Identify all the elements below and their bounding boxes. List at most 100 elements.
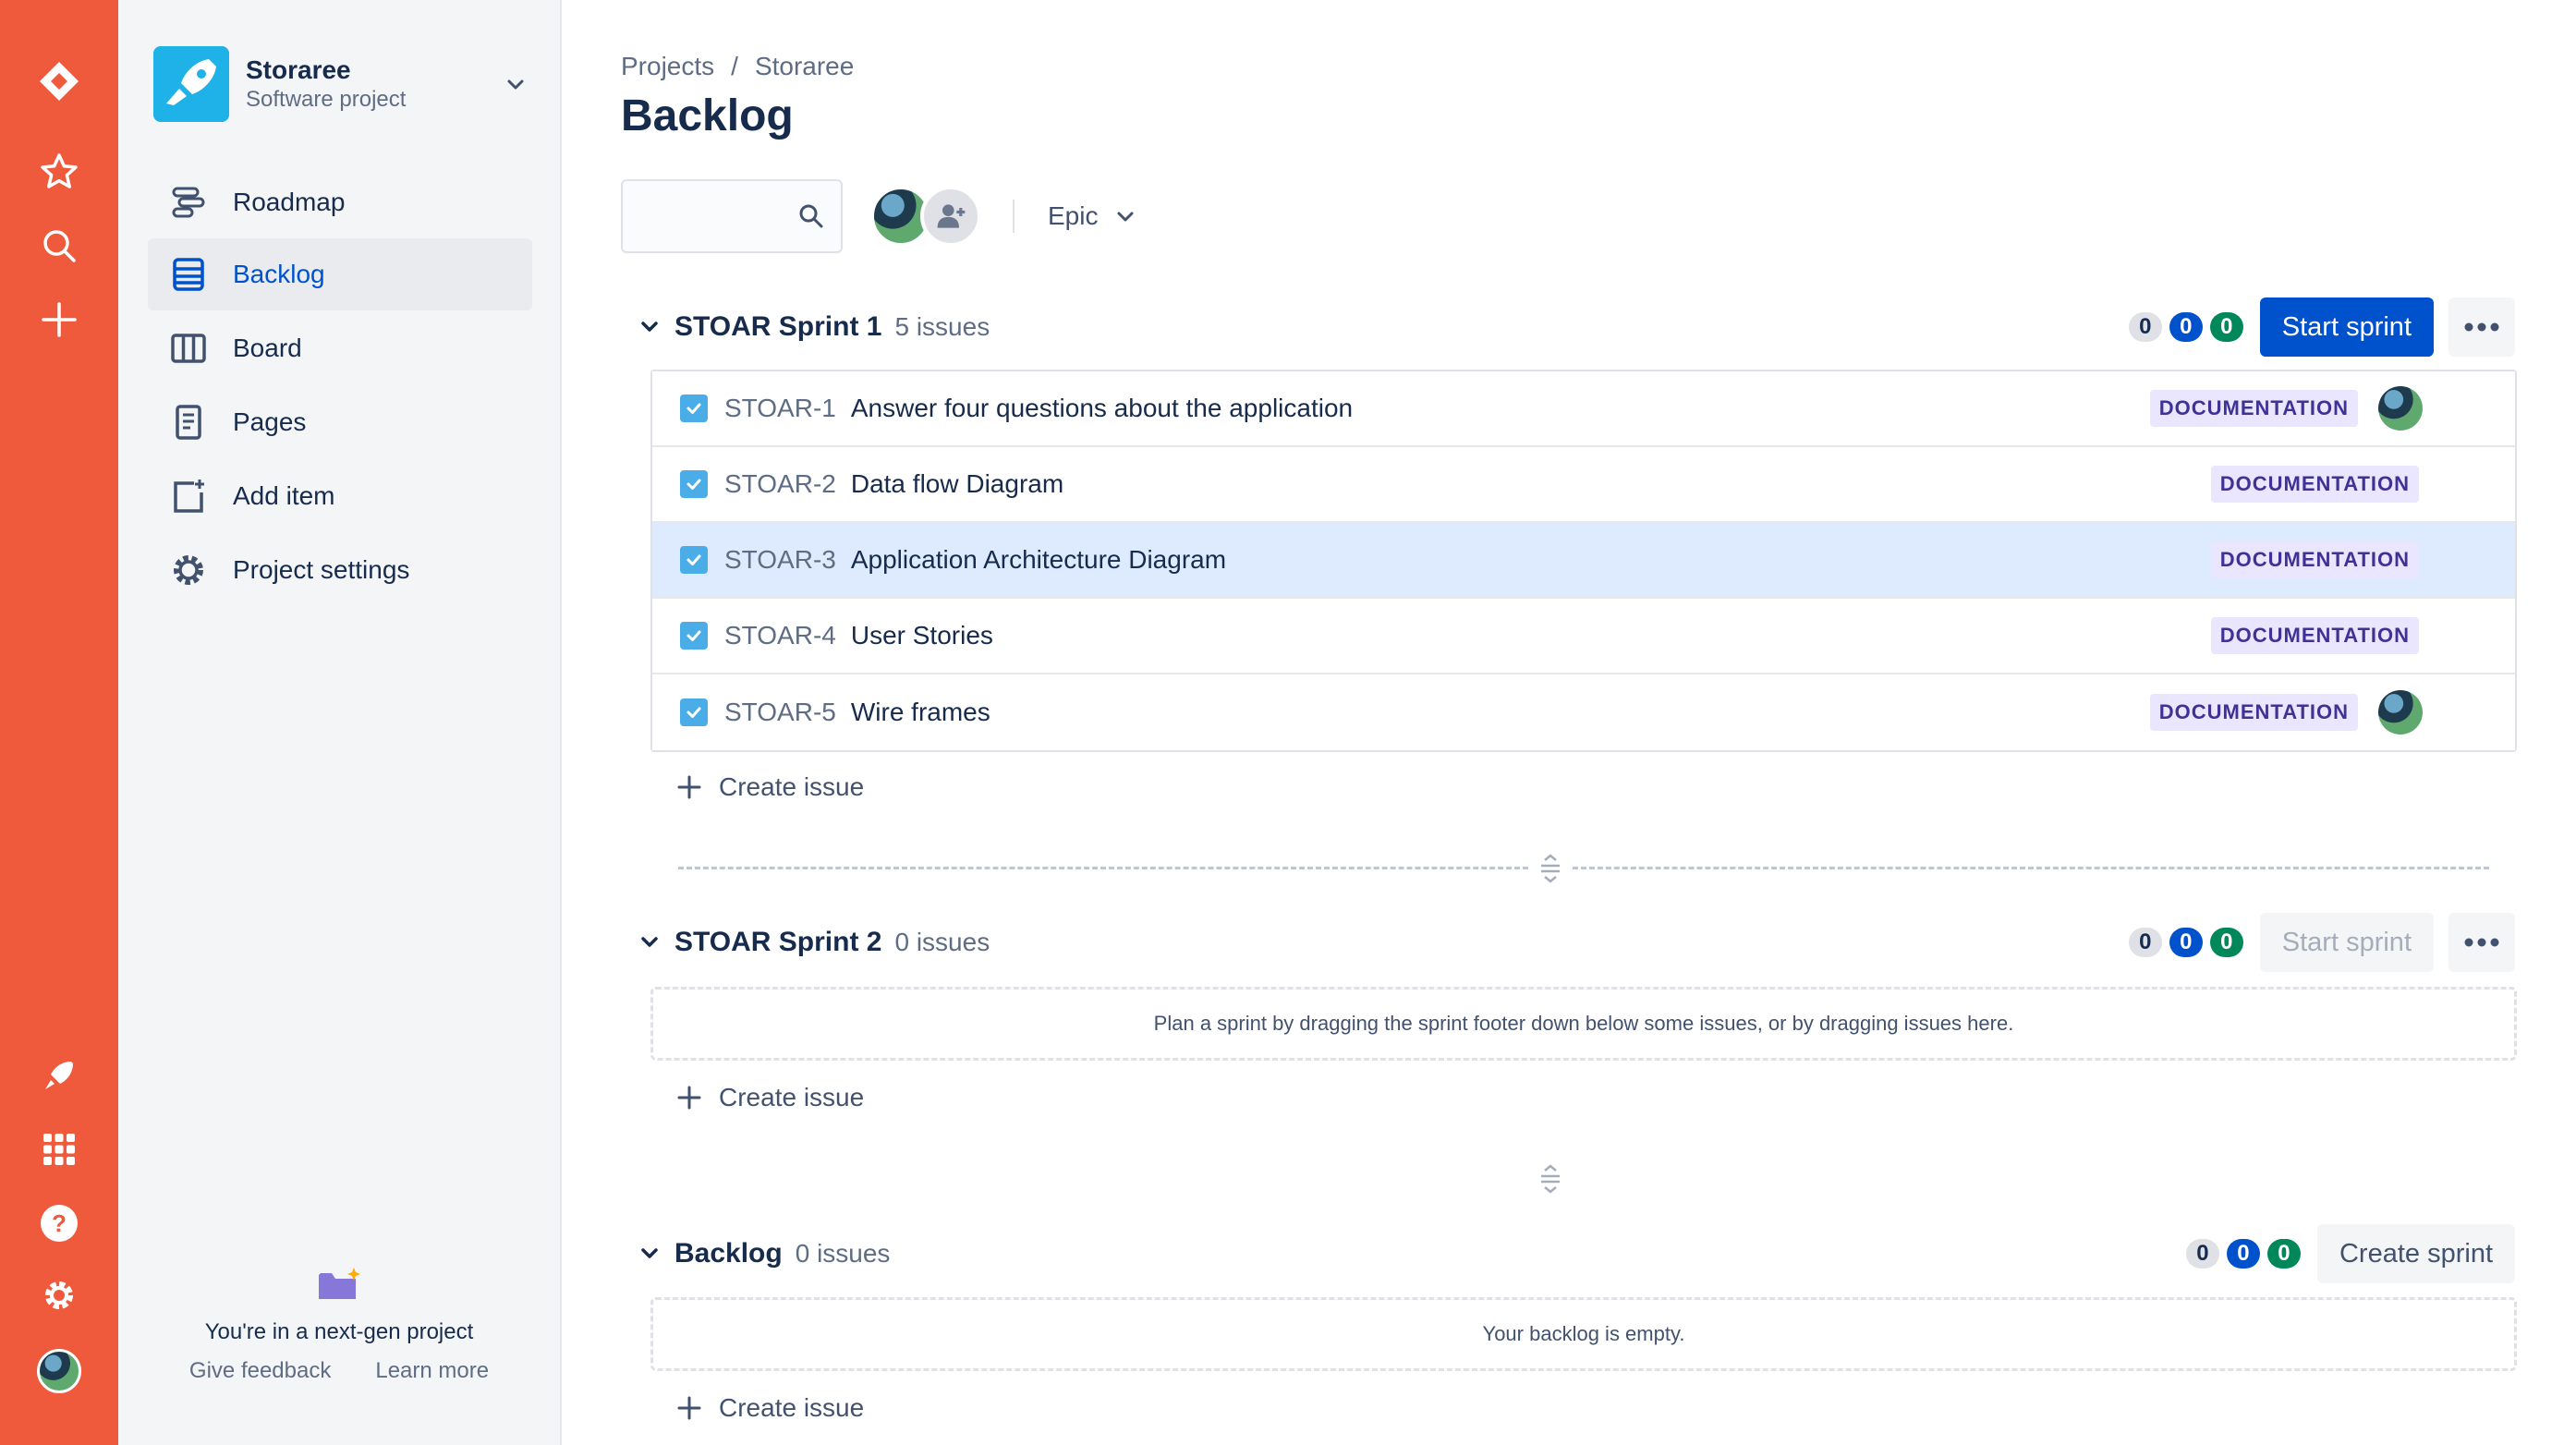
create-issue-label: Create issue	[719, 1393, 865, 1422]
breadcrumb-project[interactable]: Storaree	[755, 52, 854, 81]
issue-row[interactable]: STOAR-1 Answer four questions about the …	[652, 371, 2515, 447]
help-icon[interactable]: ?	[30, 1194, 89, 1253]
give-feedback-link[interactable]: Give feedback	[189, 1358, 331, 1384]
apps-grid-icon[interactable]	[30, 1120, 89, 1179]
search-icon[interactable]	[30, 216, 89, 275]
issue-key[interactable]: STOAR-5	[724, 698, 836, 727]
backlog-icon	[168, 254, 209, 295]
issue-summary[interactable]: User Stories	[851, 621, 993, 650]
sidebar-item-roadmap[interactable]: Roadmap	[148, 166, 532, 238]
status-count-in-progress: 0	[2169, 928, 2203, 957]
task-type-icon	[680, 470, 708, 498]
board-icon	[168, 328, 209, 369]
sprint-issue-count: 5 issues	[894, 312, 990, 341]
more-actions-button[interactable]	[2448, 913, 2515, 972]
settings-gear-icon[interactable]	[30, 1266, 89, 1325]
sidebar-item-pages[interactable]: Pages	[148, 386, 532, 458]
star-icon[interactable]	[30, 142, 89, 201]
sidebar-item-board[interactable]: Board	[148, 312, 532, 384]
sprint-1-header: STOAR Sprint 1 5 issues 0 0 0 Start spri…	[636, 298, 2515, 357]
assignee-avatar[interactable]	[2378, 386, 2423, 431]
start-sprint-button-disabled[interactable]: Start sprint	[2259, 913, 2434, 972]
issue-label-badge: DOCUMENTATION	[2149, 694, 2358, 731]
status-count-todo: 0	[2128, 928, 2162, 957]
plus-icon	[677, 1086, 701, 1110]
sprint-2-footer-divider[interactable]	[678, 1160, 2489, 1197]
learn-more-link[interactable]: Learn more	[375, 1358, 489, 1384]
more-actions-button[interactable]	[2448, 298, 2515, 357]
more-icon	[2464, 322, 2499, 332]
issue-summary[interactable]: Data flow Diagram	[851, 469, 1063, 499]
breadcrumb-separator: /	[731, 52, 738, 80]
start-sprint-button[interactable]: Start sprint	[2259, 298, 2434, 357]
user-avatar[interactable]	[30, 1342, 89, 1401]
backlog-header: Backlog 0 issues 0 0 0 Create sprint	[636, 1224, 2515, 1283]
issue-key[interactable]: STOAR-2	[724, 469, 836, 499]
issue-row-selected[interactable]: STOAR-3 Application Architecture Diagram…	[652, 523, 2515, 599]
status-count-done: 0	[2209, 312, 2243, 342]
issue-key[interactable]: STOAR-1	[724, 394, 836, 423]
issue-summary[interactable]: Answer four questions about the applicat…	[851, 394, 1353, 423]
sidebar-item-project-settings[interactable]: Project settings	[148, 534, 532, 606]
sidebar-item-label: Roadmap	[233, 188, 346, 216]
add-people-button[interactable]	[920, 186, 981, 247]
rocket-icon[interactable]	[30, 1046, 89, 1105]
drag-handle-icon[interactable]	[1536, 854, 1565, 883]
issue-label-badge: DOCUMENTATION	[2210, 466, 2419, 503]
sprint-footer-divider[interactable]	[678, 850, 2489, 887]
assignee-avatar[interactable]	[2378, 690, 2423, 735]
create-issue-label: Create issue	[719, 772, 865, 801]
issue-summary[interactable]: Wire frames	[851, 698, 990, 727]
backlog-empty-zone[interactable]: Your backlog is empty.	[650, 1297, 2517, 1371]
status-count-in-progress: 0	[2226, 1239, 2260, 1269]
sidebar-item-add-item[interactable]: Add item	[148, 460, 532, 532]
issue-row[interactable]: STOAR-5 Wire frames DOCUMENTATION	[652, 674, 2515, 750]
sprint-1-issue-list: STOAR-1 Answer four questions about the …	[650, 370, 2517, 752]
task-type-icon	[680, 395, 708, 422]
issue-row[interactable]: STOAR-2 Data flow Diagram DOCUMENTATION	[652, 447, 2515, 523]
create-issue-button[interactable]: Create issue	[676, 1382, 864, 1434]
search-input[interactable]	[623, 181, 789, 249]
search-field[interactable]	[621, 179, 843, 253]
gear-icon	[168, 550, 209, 590]
issue-key[interactable]: STOAR-4	[724, 621, 836, 650]
issue-row[interactable]: STOAR-4 User Stories DOCUMENTATION	[652, 599, 2515, 674]
status-count-done: 0	[2266, 1239, 2301, 1269]
sprint-2-drop-zone[interactable]: Plan a sprint by dragging the sprint foo…	[650, 987, 2517, 1061]
next-gen-footer: You're in a next-gen project Give feedba…	[118, 1266, 560, 1384]
epic-filter-dropdown[interactable]: Epic	[1048, 201, 1136, 231]
project-header[interactable]: Storaree Software project	[153, 44, 532, 124]
drag-handle-icon[interactable]	[1536, 1164, 1565, 1194]
issue-summary[interactable]: Application Architecture Diagram	[851, 545, 1226, 575]
task-type-icon	[680, 698, 708, 726]
create-icon[interactable]	[30, 290, 89, 349]
breadcrumb-projects[interactable]: Projects	[621, 52, 714, 81]
collapse-chevron-icon[interactable]	[636, 929, 663, 956]
create-sprint-button[interactable]: Create sprint	[2316, 1224, 2515, 1283]
sprint-2-header: STOAR Sprint 2 0 issues 0 0 0 Start spri…	[636, 913, 2515, 972]
main-content: Projects / Storaree Backlog Epic STOAR S…	[562, 0, 2576, 1445]
status-count-todo: 0	[2128, 312, 2162, 342]
task-type-icon	[680, 622, 708, 650]
toolbar-divider	[1013, 200, 1015, 233]
create-issue-label: Create issue	[719, 1083, 865, 1111]
more-icon	[2464, 938, 2499, 947]
sidebar-item-label: Add item	[233, 481, 335, 510]
pages-icon	[168, 402, 209, 443]
global-nav-rail: ?	[0, 0, 118, 1445]
sidebar-item-backlog[interactable]: Backlog	[148, 238, 532, 310]
collapse-chevron-icon[interactable]	[636, 1240, 663, 1268]
collapse-chevron-icon[interactable]	[636, 313, 663, 341]
backlog-name: Backlog	[674, 1238, 783, 1269]
create-issue-button[interactable]: Create issue	[676, 761, 864, 813]
project-name: Storaree	[246, 55, 351, 84]
plus-icon	[677, 775, 701, 799]
chevron-down-icon[interactable]	[499, 67, 532, 101]
sidebar-item-label: Project settings	[233, 555, 410, 584]
create-issue-button[interactable]: Create issue	[676, 1072, 864, 1123]
folder-sparkle-icon	[118, 1266, 560, 1303]
issue-label-badge: DOCUMENTATION	[2149, 390, 2358, 427]
epic-filter-label: Epic	[1048, 201, 1099, 230]
jira-logo-icon[interactable]	[30, 52, 89, 111]
issue-key[interactable]: STOAR-3	[724, 545, 836, 575]
